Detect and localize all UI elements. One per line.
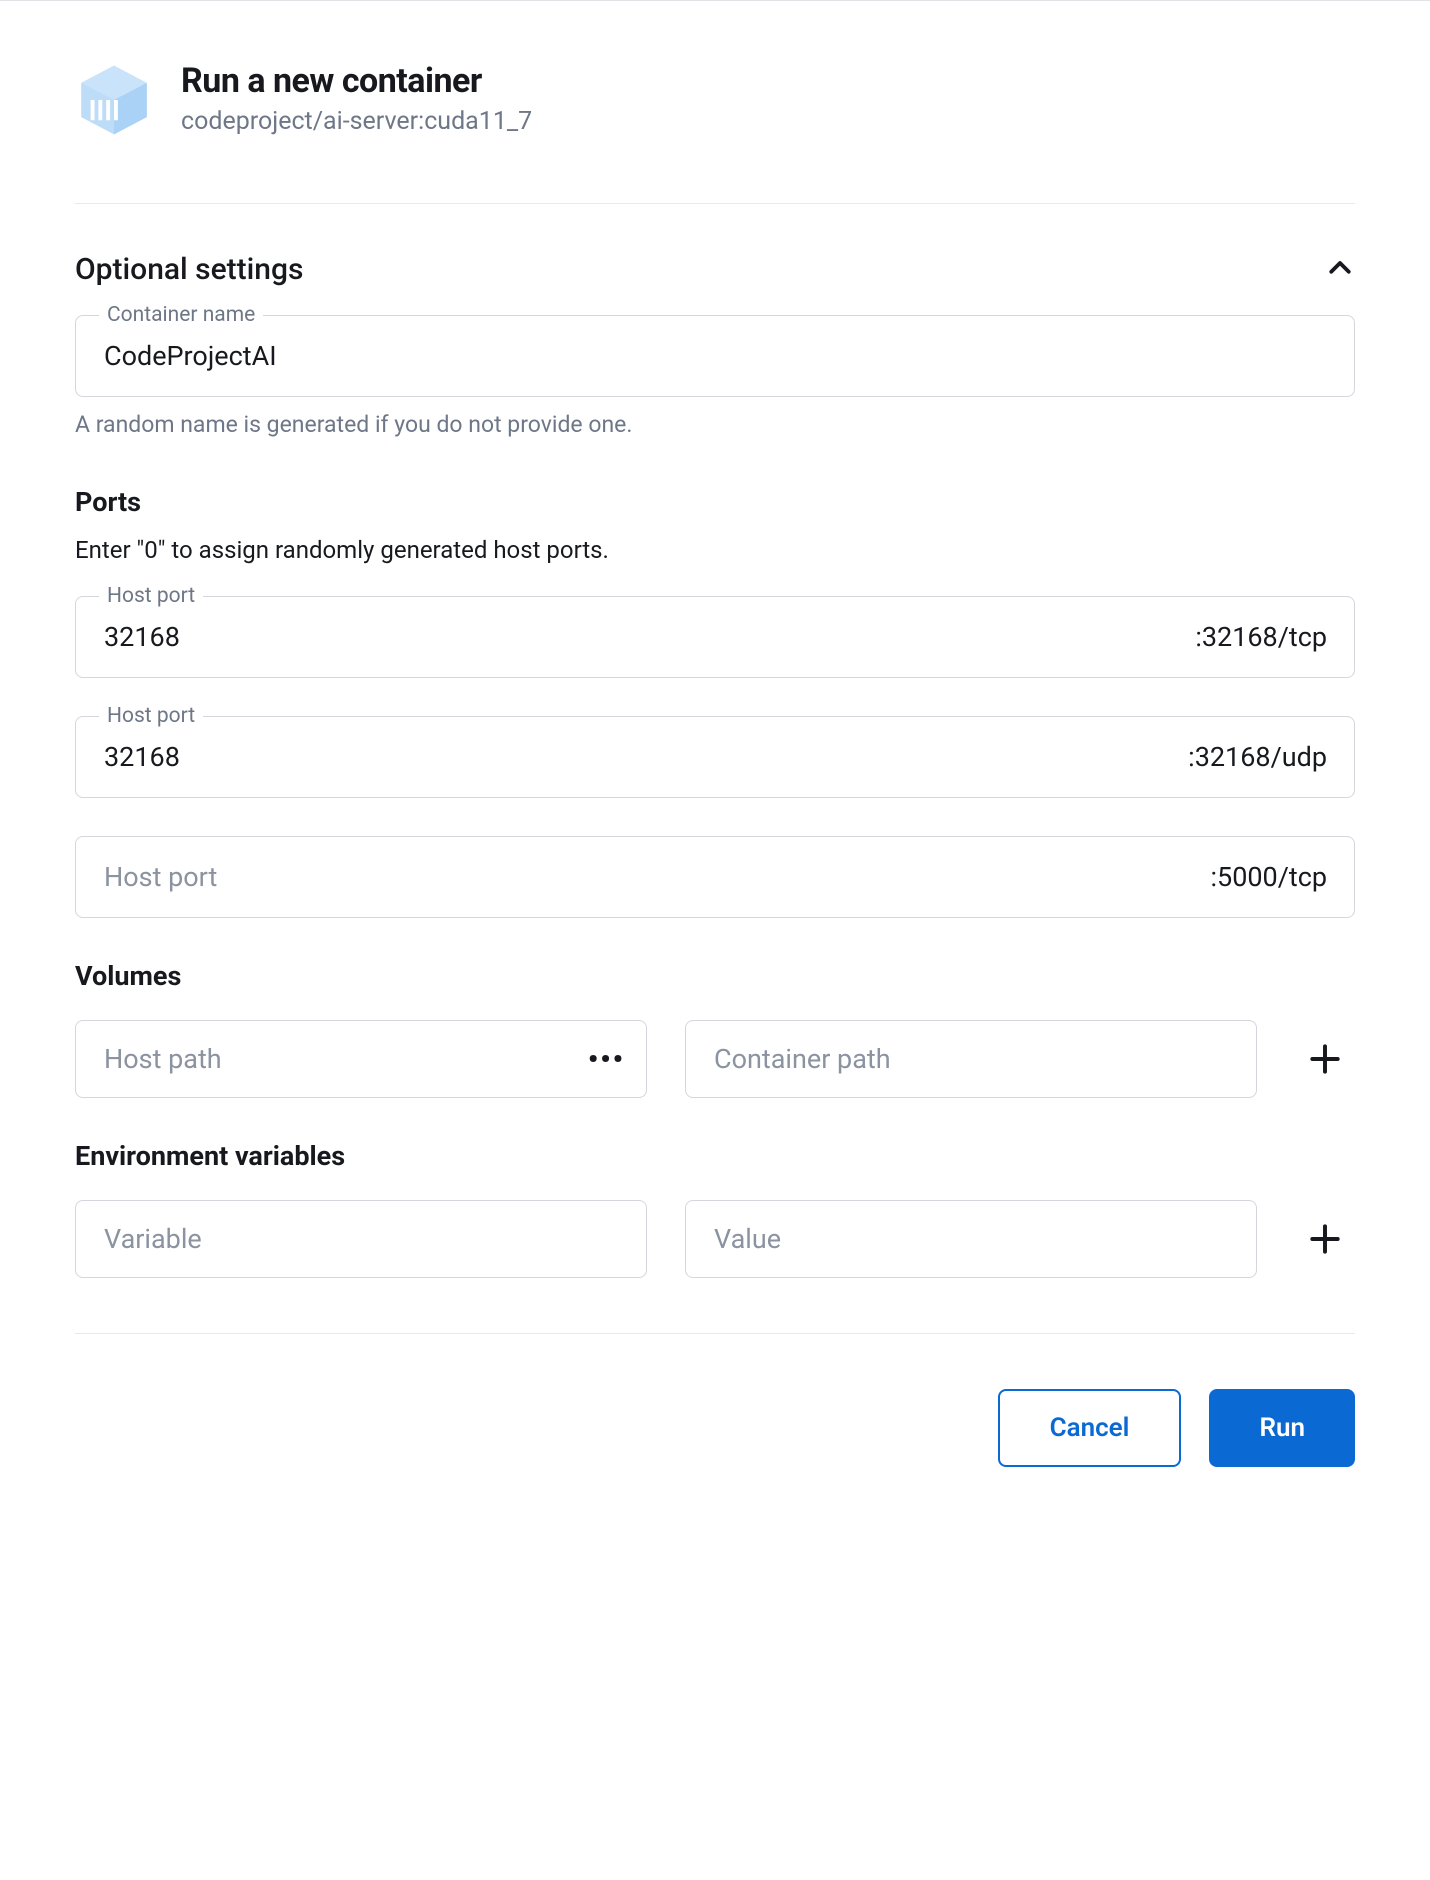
ports-title: Ports <box>75 486 1355 518</box>
host-path-input[interactable] <box>75 1020 647 1098</box>
port-mapping-suffix: :5000/tcp <box>1210 861 1327 893</box>
env-row <box>75 1200 1355 1278</box>
host-port-input[interactable] <box>75 836 1355 918</box>
env-variable-input[interactable] <box>75 1200 647 1278</box>
dialog-title: Run a new container <box>181 61 532 101</box>
container-name-helper: A random name is generated if you do not… <box>75 411 1355 438</box>
env-title: Environment variables <box>75 1140 1355 1172</box>
volumes-title: Volumes <box>75 960 1355 992</box>
container-name-field: Container name <box>75 315 1355 397</box>
container-path-input[interactable] <box>685 1020 1257 1098</box>
browse-host-path-button[interactable]: ••• <box>588 1043 625 1076</box>
volume-row: ••• <box>75 1020 1355 1098</box>
image-name: codeproject/ai-server:cuda11_7 <box>181 107 532 136</box>
optional-settings-label: Optional settings <box>75 252 303 287</box>
env-value-input[interactable] <box>685 1200 1257 1278</box>
host-port-input[interactable] <box>75 716 1355 798</box>
add-env-button[interactable] <box>1295 1209 1355 1269</box>
host-port-label: Host port <box>99 584 203 608</box>
container-cube-icon <box>75 61 153 143</box>
container-name-input[interactable] <box>75 315 1355 397</box>
ports-description: Enter "0" to assign randomly generated h… <box>75 536 1355 564</box>
host-port-input[interactable] <box>75 596 1355 678</box>
port-row: Host port :32168/udp <box>75 716 1355 798</box>
optional-settings-toggle[interactable]: Optional settings <box>75 252 1355 287</box>
dialog-header: Run a new container codeproject/ai-serve… <box>75 61 1355 204</box>
run-button[interactable]: Run <box>1209 1389 1355 1467</box>
dialog-footer: Cancel Run <box>75 1333 1355 1467</box>
plus-icon <box>1306 1040 1344 1078</box>
add-volume-button[interactable] <box>1295 1029 1355 1089</box>
ellipsis-icon: ••• <box>588 1043 625 1076</box>
port-row: :5000/tcp <box>75 836 1355 918</box>
port-row: Host port :32168/tcp <box>75 596 1355 678</box>
plus-icon <box>1306 1220 1344 1258</box>
port-mapping-suffix: :32168/udp <box>1188 741 1327 773</box>
container-name-label: Container name <box>99 303 263 327</box>
port-mapping-suffix: :32168/tcp <box>1195 621 1327 653</box>
host-port-label: Host port <box>99 704 203 728</box>
chevron-up-icon <box>1325 253 1355 287</box>
cancel-button[interactable]: Cancel <box>998 1389 1182 1467</box>
